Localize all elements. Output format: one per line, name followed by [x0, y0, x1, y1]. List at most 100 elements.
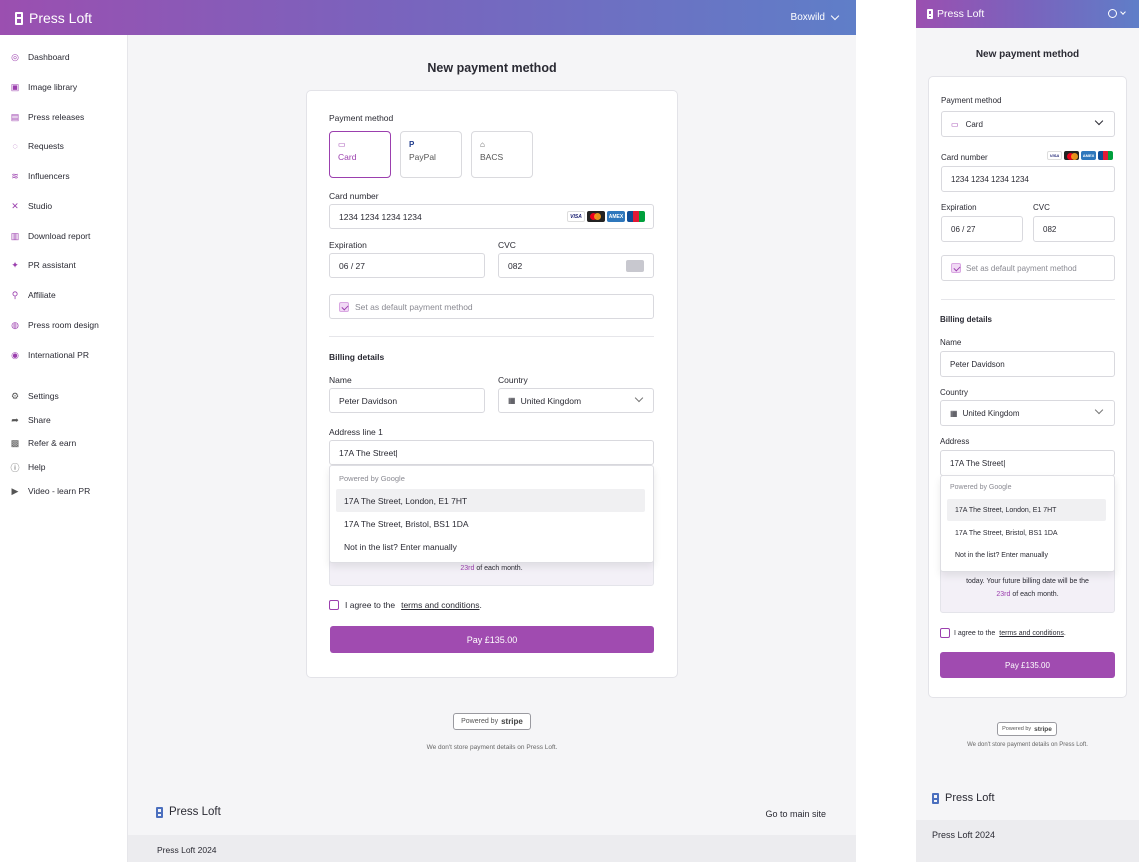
document-icon: ▤ [10, 111, 20, 122]
sidebar-item-dashboard[interactable]: ◎ Dashboard [10, 52, 70, 63]
chevron-down-icon [1094, 405, 1104, 415]
uk-flag-icon: ▦ [950, 408, 958, 418]
footer-logo-text: Press Loft [945, 792, 995, 804]
expiration-label: Expiration [329, 240, 367, 250]
terms-link[interactable]: terms and conditions [999, 630, 1064, 637]
cvc-input[interactable]: 082 [498, 253, 654, 278]
address-option-manual[interactable]: Not in the list? Enter manually [947, 544, 1106, 566]
method-label: PayPal [409, 152, 436, 162]
method-bacs-button[interactable]: ⌂ BACS [471, 131, 533, 178]
card-number-input[interactable]: 1234 1234 1234 1234 [941, 166, 1115, 192]
sidebar-item-pr-assistant[interactable]: ✦ PR assistant [10, 259, 76, 271]
pay-button[interactable]: Pay £135.00 [330, 626, 654, 653]
page-title: New payment method [975, 49, 1080, 60]
terms-checkbox[interactable] [940, 628, 950, 638]
payment-method-label: Payment method [329, 113, 394, 123]
cvc-input[interactable]: 082 [1033, 216, 1115, 242]
address-input[interactable]: 17A The Street| [940, 450, 1115, 476]
payment-form-card: Payment method ▭ Card Card number VISA A… [928, 76, 1127, 698]
go-to-main-site-link[interactable]: Go to main site [765, 809, 826, 819]
cvc-label: CVC [1033, 203, 1050, 212]
press-loft-logo-icon [156, 806, 163, 818]
country-label: Country [940, 388, 969, 397]
country-select[interactable]: ▦ United Kingdom [498, 388, 654, 413]
megaphone-icon: ≋ [11, 170, 19, 181]
name-input[interactable]: Peter Davidson [940, 351, 1115, 377]
expiration-input[interactable]: 06 / 27 [941, 216, 1023, 242]
desktop-view: Press Loft Boxwild ◎ Dashboard ▣ Image lib… [0, 0, 856, 862]
footer-bottom: Press Loft 2024 [128, 835, 856, 862]
address-option[interactable]: 17A The Street, Bristol, BS1 1DA [947, 522, 1106, 544]
default-payment-checkbox[interactable]: Set as default payment method [329, 294, 654, 319]
billing-details-heading: Billing details [940, 315, 993, 324]
terms-checkbox[interactable] [329, 600, 339, 610]
footer-logo-text: Press Loft [169, 806, 221, 818]
expiration-input[interactable]: 06 / 27 [329, 253, 485, 278]
default-payment-checkbox[interactable]: Set as default payment method [941, 255, 1115, 281]
country-value: United Kingdom [962, 408, 1020, 418]
sidebar-item-refer-earn[interactable]: ▩ Refer & earn [10, 438, 76, 449]
logo-text: Press Loft [937, 8, 985, 20]
powered-by-google: Powered by Google [339, 474, 405, 483]
agree-suffix: . [1063, 629, 1066, 637]
footer-bottom: Press Loft 2024 [916, 820, 1139, 862]
sidebar-item-press-releases[interactable]: ▤ Press releases [10, 111, 85, 123]
footer-logo[interactable]: Press Loft [932, 792, 995, 804]
address-option-manual[interactable]: Not in the list? Enter manually [336, 535, 645, 558]
sidebar-item-image-library[interactable]: ▣ Image library [10, 81, 77, 93]
powered-by-stripe-badge[interactable]: Powered by stripe [453, 713, 531, 730]
card-number-label: Card number [329, 191, 379, 201]
sidebar-item-press-room-design[interactable]: ◍ Press room design [10, 319, 99, 331]
country-select[interactable]: ▦ United Kingdom [940, 400, 1115, 426]
address-input[interactable]: 17A The Street| [329, 440, 654, 465]
mobile-top-bar: Press Loft [916, 0, 1139, 28]
image-icon: ▣ [10, 81, 20, 92]
sidebar-item-influencers[interactable]: ≋ Influencers [10, 170, 70, 182]
sidebar-item-label: Help [28, 462, 46, 472]
address-option[interactable]: 17A The Street, London, E1 7HT [336, 489, 645, 512]
sidebar-item-video-learn-pr[interactable]: ▶ Video - learn PR [10, 486, 91, 497]
pay-button[interactable]: Pay £135.00 [940, 652, 1115, 678]
checkbox-checked-icon [951, 263, 961, 273]
sidebar-item-help[interactable]: ⓘ Help [10, 462, 46, 473]
sidebar-item-requests[interactable]: ◌ Requests [10, 141, 64, 151]
sidebar-item-label: Influencers [28, 171, 70, 181]
sidebar-item-affiliate[interactable]: ⚲ Affiliate [10, 290, 56, 301]
sidebar-item-settings[interactable]: ⚙ Settings [10, 391, 59, 402]
sidebar-item-label: Press room design [28, 320, 99, 330]
sidebar-item-download-report[interactable]: ▥ Download report [10, 230, 91, 242]
address-label: Address line 1 [329, 427, 383, 437]
sidebar-item-label: Settings [28, 391, 59, 401]
address-option[interactable]: 17A The Street, Bristol, BS1 1DA [336, 512, 645, 535]
name-input[interactable]: Peter Davidson [329, 388, 485, 413]
method-card-button[interactable]: ▭ Card [329, 131, 391, 178]
billing-date: 23rd [996, 591, 1011, 598]
chart-icon: ▥ [10, 230, 20, 241]
sparkle-icon: ✦ [11, 259, 19, 270]
terms-link[interactable]: terms and conditions [401, 600, 479, 610]
address-option[interactable]: 17A The Street, London, E1 7HT [947, 499, 1106, 521]
method-paypal-button[interactable]: P PayPal [400, 131, 462, 178]
sidebar-item-studio[interactable]: ✕ Studio [10, 201, 52, 212]
user-menu-button[interactable] [1108, 9, 1126, 18]
stripe-logo: stripe [501, 717, 523, 726]
sidebar-item-international-pr[interactable]: ◉ International PR [10, 350, 89, 361]
payment-method-select[interactable]: ▭ Card [941, 111, 1115, 137]
country-label: Country [498, 375, 528, 385]
card-number-input[interactable]: 1234 1234 1234 1234 VISA AMEX [329, 204, 654, 229]
palette-icon: ◍ [11, 319, 19, 330]
amex-icon: AMEX [607, 211, 625, 222]
payment-method-label: Payment method [941, 96, 1002, 105]
mastercard-icon [1064, 151, 1079, 160]
user-icon [1108, 9, 1117, 18]
sidebar-item-share[interactable]: ➦ Share [10, 415, 50, 426]
powered-by-stripe-badge[interactable]: Powered by stripe [997, 722, 1057, 736]
copyright: Press Loft 2024 [932, 830, 996, 840]
press-loft-logo[interactable]: Press Loft [15, 10, 92, 26]
press-loft-logo[interactable]: Press Loft [927, 8, 984, 20]
footer-logo[interactable]: Press Loft [156, 806, 221, 818]
sidebar-item-label: Press releases [28, 112, 85, 122]
agree-prefix: I agree to the [345, 600, 396, 610]
checkbox-checked-icon [339, 301, 349, 312]
account-switcher[interactable]: Boxwild [791, 11, 840, 23]
